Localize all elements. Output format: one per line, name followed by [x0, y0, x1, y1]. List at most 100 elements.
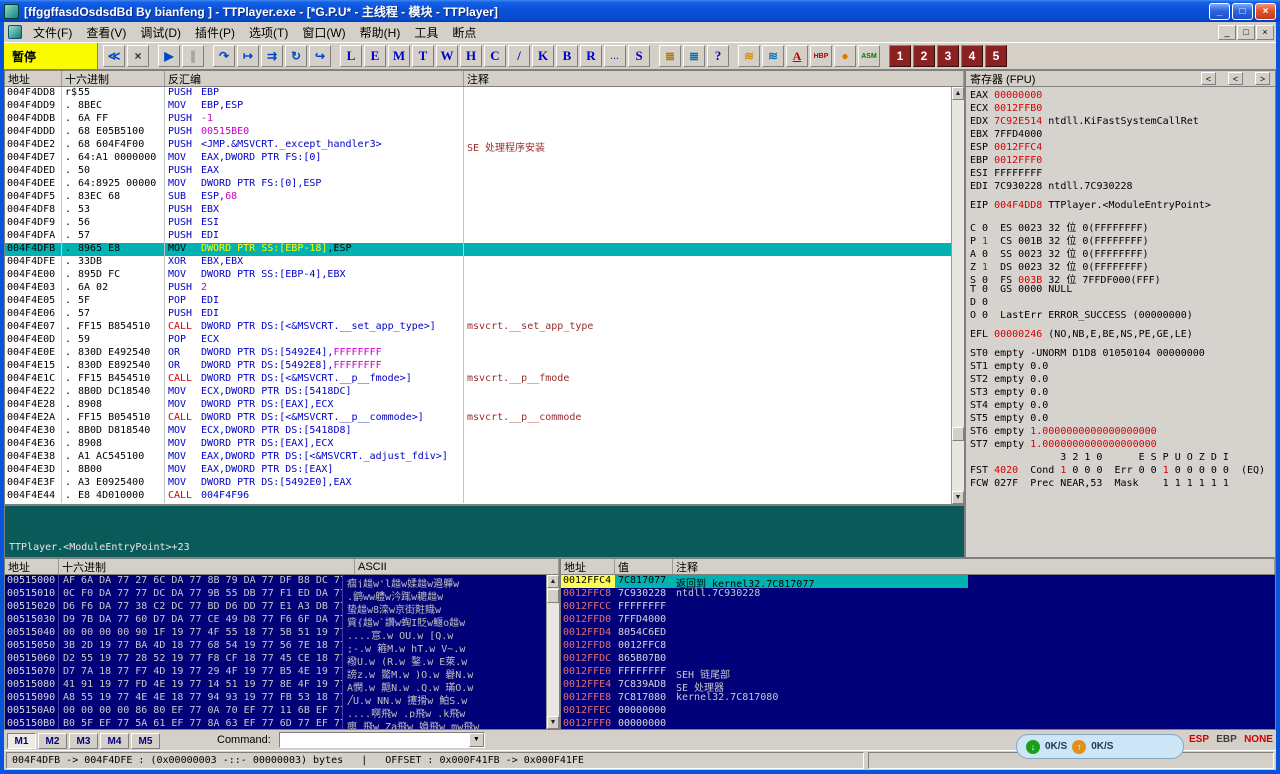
register-line[interactable]: ST6 empty 1.0000000000000000000 — [970, 426, 1275, 439]
stack-row[interactable]: 0012FFEC 00000000 — [561, 705, 1275, 718]
disasm-row[interactable]: 004F4E05. 5F POP EDI — [5, 295, 951, 308]
stack-row[interactable]: 0012FFE4 7C839AD8 SE 处理器 — [561, 679, 1275, 692]
plugin-slot-1-button[interactable]: 1 — [889, 45, 911, 67]
view-references-button[interactable]: R — [580, 45, 602, 67]
register-line[interactable]: ST5 empty 0.0 — [970, 413, 1275, 426]
step-over-button[interactable]: ↦ — [237, 45, 259, 67]
debugging-options-button[interactable]: ≣ — [683, 45, 705, 67]
help-button[interactable]: ? — [707, 45, 729, 67]
register-line[interactable]: ST3 empty 0.0 — [970, 387, 1275, 400]
register-line[interactable]: S 0 FS 003B 32 位 7FFDF000(FFF) — [970, 271, 1275, 286]
disasm-row[interactable]: 004F4DE7. 64:A1 0000000 MOV EAX,DWORD PTR F… — [5, 152, 951, 165]
disasm-row[interactable]: 004F4E07. FF15 B854510 CALL DWORD PTR DS:[<… — [5, 321, 951, 334]
close-process-button[interactable]: × — [127, 45, 149, 67]
plugin-slot-3-button[interactable]: 3 — [937, 45, 959, 67]
execute-till-return-button[interactable]: ↪ — [309, 45, 331, 67]
register-line[interactable]: EFL 00000246 (NO,NB,E,BE,NS,PE,GE,LE) — [970, 329, 1275, 342]
disasm-row[interactable]: 004F4E30. 8B0D D818540 MOV ECX,DWORD PTR DS… — [5, 425, 951, 438]
col-ascii[interactable]: ASCII — [355, 559, 559, 574]
register-line[interactable]: FCW 027F Prec NEAR,53 Mask 1 1 1 1 1 1 — [970, 478, 1275, 491]
disasm-row[interactable]: 004F4DF9. 56 PUSH ESI — [5, 217, 951, 230]
scroll-down-icon[interactable]: ▼ — [952, 491, 964, 504]
dump-scrollbar[interactable]: ▲ ▼ — [546, 575, 559, 729]
register-line[interactable]: D 0 — [970, 297, 1275, 310]
view-cpu-button[interactable]: C — [484, 45, 506, 67]
disasm-row[interactable]: 004F4E44. E8 4D010000 CALL 004F4F96 — [5, 490, 951, 503]
dump-row[interactable]: 00515020 D6 F6 DA 77 38 C2 DC 77 BD D6 DD… — [5, 601, 546, 614]
menu-item-tools[interactable]: 工具 — [407, 24, 445, 42]
disasm-row[interactable]: 004F4E15. 830D E892540 OR DWORD PTR DS:[549… — [5, 360, 951, 373]
stack-row[interactable]: 0012FFF0 00000000 — [561, 718, 1275, 729]
disasm-row[interactable]: 004F4E03. 6A 02 PUSH 2 — [5, 282, 951, 295]
menu-item-plugins[interactable]: 插件(P) — [188, 24, 242, 42]
scroll-thumb[interactable] — [547, 589, 559, 603]
stack-row[interactable]: 0012FFD4 8054C6ED — [561, 627, 1275, 640]
command-input[interactable]: ▼ — [278, 732, 485, 748]
stack-row[interactable]: 0012FFE0 FFFFFFFF SEH 链尾部 — [561, 666, 1275, 679]
disasm-row[interactable]: 004F4E0E. 830D E492540 OR DWORD PTR DS:[549… — [5, 347, 951, 360]
dump-row[interactable]: 00515090 A8 55 19 77 4E 4E 18 77 94 93 19… — [5, 692, 546, 705]
tab-m3[interactable]: M3 — [69, 733, 98, 750]
disasm-row[interactable]: 004F4DF5. 83EC 68 SUB ESP,68 — [5, 191, 951, 204]
view-log-button[interactable]: L — [340, 45, 362, 67]
register-line[interactable]: 3 2 1 0 E S P U O Z D I — [970, 452, 1275, 465]
col-hexdump[interactable]: 十六进制 — [59, 559, 355, 574]
plugin-asm-button[interactable]: ASM — [858, 45, 880, 67]
disasm-row[interactable]: 004F4DD9. 8BEC MOV EBP,ESP — [5, 100, 951, 113]
menu-item-file[interactable]: 文件(F) — [26, 24, 79, 42]
dump-row[interactable]: 00515080 41 91 19 77 FD 4E 19 77 14 51 19… — [5, 679, 546, 692]
dump-row[interactable]: 005150B0 B0 5F EF 77 5A 61 EF 77 8A 63 EF… — [5, 718, 546, 729]
plugin-analyze-button[interactable]: A — [786, 45, 808, 67]
dump-row[interactable]: 00515040 00 00 00 00 90 1F 19 77 4F 55 18… — [5, 627, 546, 640]
registers-nav-right-button[interactable]: > — [1255, 72, 1270, 85]
mdi-minimize-button[interactable]: _ — [1218, 24, 1236, 40]
dump-row[interactable]: 00515060 D2 55 19 77 28 52 19 77 F8 CF 18… — [5, 653, 546, 666]
register-line[interactable]: ST1 empty 0.0 — [970, 361, 1275, 374]
appearance-options-button[interactable]: ≣ — [659, 45, 681, 67]
close-button[interactable]: × — [1255, 2, 1276, 20]
chevron-down-icon[interactable]: ▼ — [468, 733, 484, 747]
disasm-row[interactable]: 004F4DD8 r$55 PUSH EBP — [5, 87, 951, 100]
mdi-child-icon[interactable] — [8, 25, 22, 39]
disasm-row[interactable]: 004F4E28. 8908 MOV DWORD PTR DS:[EAX],ECX — [5, 399, 951, 412]
plugin-hbp-button[interactable]: HBP — [810, 45, 832, 67]
scroll-up-icon[interactable]: ▲ — [547, 575, 559, 588]
view-breakpoints-button[interactable]: B — [556, 45, 578, 67]
tab-m4[interactable]: M4 — [100, 733, 129, 750]
register-line[interactable]: ESI FFFFFFFF — [970, 168, 1275, 181]
plugin-slot-2-button[interactable]: 2 — [913, 45, 935, 67]
col-hexdump[interactable]: 十六进制 — [62, 71, 165, 86]
register-line[interactable]: FST 4020 Cond 1 0 0 0 Err 0 0 1 0 0 0 0 … — [970, 465, 1275, 478]
mdi-close-button[interactable]: × — [1256, 24, 1274, 40]
run-button[interactable]: ▶ — [158, 45, 180, 67]
register-line[interactable]: Z 1 DS 0023 32 位 0(FFFFFFFF) — [970, 258, 1275, 273]
register-line[interactable]: EBP 0012FFF0 — [970, 155, 1275, 168]
disasm-row[interactable]: 004F4E1C. FF15 B454510 CALL DWORD PTR DS:[<… — [5, 373, 951, 386]
col-comment[interactable]: 注释 — [673, 559, 1275, 574]
stack-row[interactable]: 0012FFDC 865B07B0 — [561, 653, 1275, 666]
disasm-row[interactable]: 004F4E3F. A3 E0925400 MOV DWORD PTR DS:[549… — [5, 477, 951, 490]
disasm-row[interactable]: 004F4E38. A1 AC545100 MOV EAX,DWORD PTR DS:… — [5, 451, 951, 464]
step-into-button[interactable]: ↷ — [213, 45, 235, 67]
maximize-button[interactable]: □ — [1232, 2, 1253, 20]
disasm-row[interactable]: 004F4E3D. 8B00 MOV EAX,DWORD PTR DS:[EAX] — [5, 464, 951, 477]
disasm-row[interactable]: 004F4DFB. 8965 E8 MOV DWORD PTR SS:[EBP-18]… — [5, 243, 951, 256]
menu-item-breakpoints[interactable]: 断点 — [445, 24, 483, 42]
dump-row[interactable]: 00515000 AF 6A DA 77 27 6C DA 77 8B 79 DA… — [5, 575, 546, 588]
trace-over-button[interactable]: ↻ — [285, 45, 307, 67]
register-line[interactable]: ECX 0012FFB0 — [970, 103, 1275, 116]
col-disassembly[interactable]: 反汇编 — [165, 71, 464, 86]
col-value[interactable]: 值 — [615, 559, 673, 574]
register-line[interactable]: ST2 empty 0.0 — [970, 374, 1275, 387]
stack-row[interactable]: 0012FFCC FFFFFFFF — [561, 601, 1275, 614]
view-threads-button[interactable]: T — [412, 45, 434, 67]
disasm-row[interactable]: 004F4DEE. 64:8925 00000 MOV DWORD PTR FS:[0… — [5, 178, 951, 191]
pause-button[interactable]: ∥ — [182, 45, 204, 67]
disasm-row[interactable]: 004F4DE2. 68 604F4F00 PUSH <JMP.&MSVCRT._ex… — [5, 139, 951, 152]
register-line[interactable]: EBX 7FFD4000 — [970, 129, 1275, 142]
trace-into-button[interactable]: ⇉ — [261, 45, 283, 67]
menu-item-debug[interactable]: 调试(D) — [133, 24, 188, 42]
register-line[interactable]: EDX 7C92E514 ntdll.KiFastSystemCallRet — [970, 116, 1275, 129]
view-source-button[interactable]: S — [628, 45, 650, 67]
restart-button[interactable]: ≪ — [103, 45, 125, 67]
